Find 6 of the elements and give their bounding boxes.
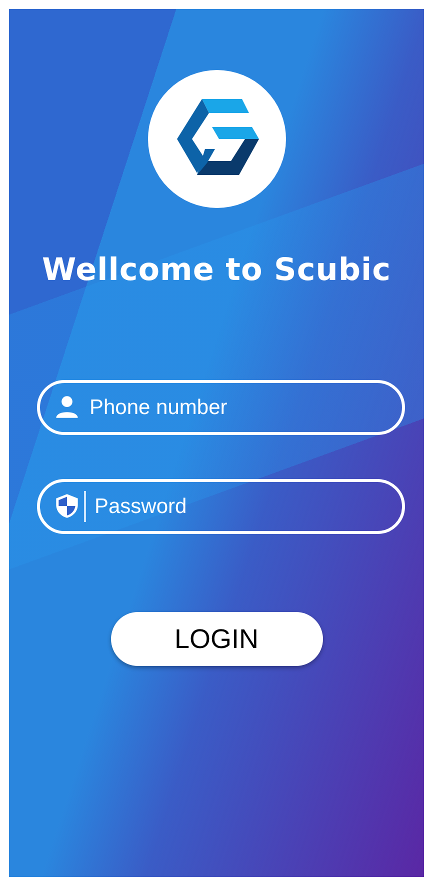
input-field[interactable]: Phone number [36,380,404,435]
login-button[interactable]: LOGIN [110,612,322,666]
input-field[interactable]: Password [36,479,404,534]
welcome-title: Wellcome to Scubic [42,252,392,288]
person-icon [54,394,80,420]
shield-icon [54,493,80,519]
